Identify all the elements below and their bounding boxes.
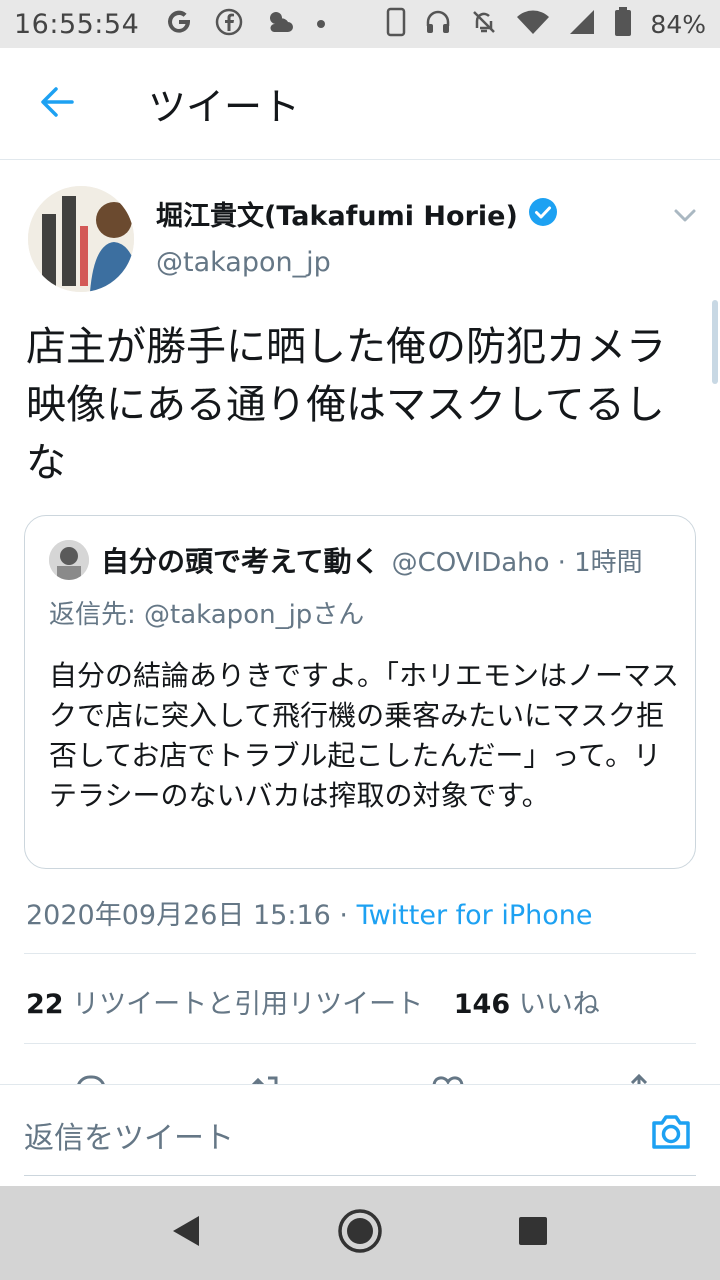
reply-input-underline <box>24 1175 696 1176</box>
tweet-meta: 2020年09月26日 15:16 · Twitter for iPhone <box>26 893 593 932</box>
chevron-down-icon[interactable] <box>670 200 700 234</box>
author-name[interactable]: 堀江貴文(Takafumi Horie) <box>156 194 518 233</box>
quoted-tweet-card[interactable]: 自分の頭で考えて動く @COVIDaho · 1時間 返信先: @takapon… <box>24 515 696 869</box>
share-icon[interactable] <box>622 1072 656 1084</box>
camera-icon[interactable] <box>648 1109 694 1159</box>
back-button[interactable] <box>0 48 112 160</box>
nav-back-button[interactable] <box>160 1208 210 1258</box>
nav-back-icon <box>169 1214 201 1252</box>
facebook-icon <box>215 8 243 40</box>
quoted-tweet-text: 自分の結論ありきですよ。「ホリエモンはノーマスクで店に突入して飛行機の乗客みたい… <box>49 659 680 812</box>
author-handle[interactable]: @takapon_jp <box>156 247 331 278</box>
quoted-author-avatar <box>49 540 89 580</box>
divider <box>24 953 696 954</box>
retweet-icon[interactable] <box>246 1072 286 1084</box>
battery-icon <box>614 7 632 41</box>
reply-input[interactable]: 返信をツイート <box>24 1113 234 1157</box>
reply-bar: 返信をツイート <box>0 1084 720 1186</box>
quoted-author-name: 自分の頭で考えて動く <box>101 545 380 578</box>
page-title: ツイート <box>148 85 301 129</box>
weather-icon <box>265 8 295 40</box>
tweet-source-link[interactable]: Twitter for iPhone <box>357 900 593 931</box>
tweet-text: 店主が勝手に晒した俺の防犯カメラ映像にある通り俺はマスクしてるしな <box>26 324 666 486</box>
battery-percent: 84% <box>650 9 706 39</box>
system-nav-bar <box>0 1186 720 1280</box>
author-avatar[interactable] <box>28 186 134 292</box>
action-bar <box>0 1068 720 1084</box>
app-header: ツイート <box>0 48 720 160</box>
quoted-author-handle: @COVIDaho <box>391 548 550 578</box>
dot-icon <box>317 20 326 28</box>
likes-count[interactable]: 146 <box>454 989 510 1020</box>
meta-separator: · <box>330 900 357 931</box>
status-time: 16:55:54 <box>14 8 140 40</box>
phone-icon <box>386 7 406 41</box>
quoted-time: · 1時間 <box>557 548 643 578</box>
status-bar: 16:55:54 84% <box>0 0 720 48</box>
verified-badge-icon <box>528 197 558 231</box>
nav-recents-icon <box>517 1215 549 1251</box>
reply-icon[interactable] <box>74 1072 108 1084</box>
tweet-timestamp: 2020年09月26日 15:16 <box>26 900 331 931</box>
quoted-reply-to: 返信先: @takapon_jpさん <box>49 600 365 630</box>
like-icon[interactable] <box>428 1072 468 1084</box>
retweets-label[interactable]: リツイートと引用リツイート <box>72 989 423 1020</box>
likes-label[interactable]: いいね <box>519 989 600 1020</box>
headset-icon <box>424 8 452 40</box>
nav-recents-button[interactable] <box>508 1208 558 1258</box>
retweets-count[interactable]: 22 <box>26 989 64 1020</box>
wifi-icon <box>516 8 550 40</box>
scrollbar[interactable] <box>712 300 718 384</box>
nav-home-icon <box>336 1207 384 1259</box>
nav-home-button[interactable] <box>335 1208 385 1258</box>
mute-icon <box>470 8 498 40</box>
back-arrow-icon <box>36 82 76 126</box>
divider <box>24 1043 696 1044</box>
tweet-stats: 22 リツイートと引用リツイート 146 いいね <box>26 982 600 1021</box>
signal-icon <box>568 8 596 40</box>
google-icon <box>165 8 193 40</box>
